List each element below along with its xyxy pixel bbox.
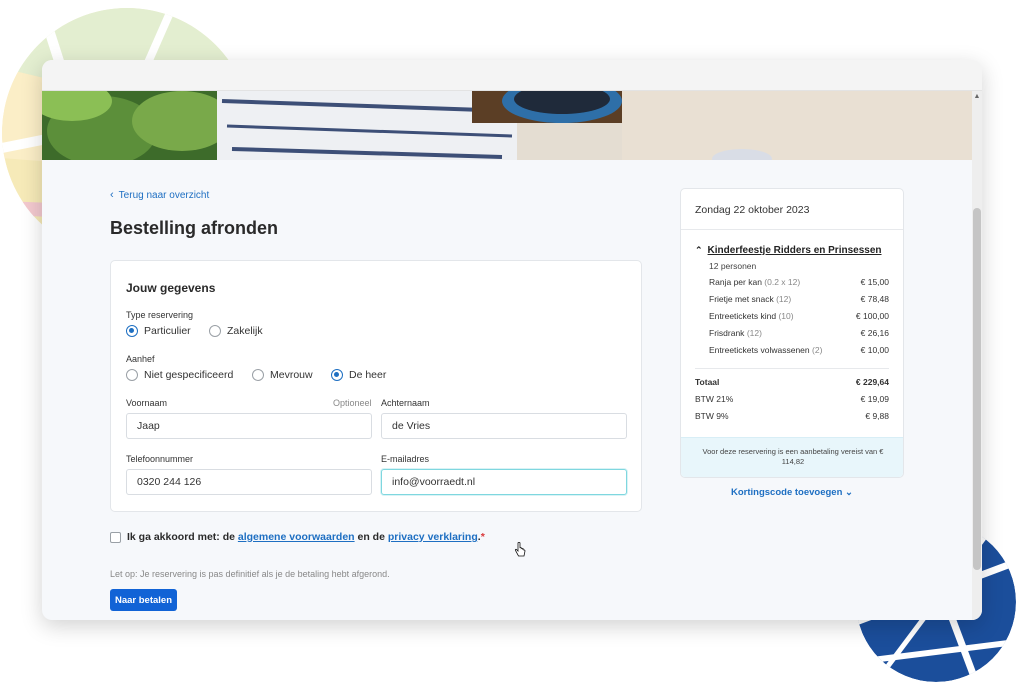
radio-dot xyxy=(252,369,264,381)
hero-image xyxy=(42,91,972,160)
summary-date: Zondag 22 oktober 2023 xyxy=(695,204,810,216)
salutation-label: Aanhef xyxy=(126,354,155,364)
item-qty: (12) xyxy=(746,328,762,338)
personal-details-card: Jouw gegevens Type reservering Particuli… xyxy=(110,260,642,512)
item-qty: (10) xyxy=(778,311,794,321)
item-qty: (0.2 x 12) xyxy=(764,277,801,287)
chevron-up-icon: ⌃ xyxy=(695,245,703,255)
agreement-middle: en de xyxy=(357,531,385,543)
phone-input[interactable]: 0320 244 126 xyxy=(126,469,372,495)
line-item: Entreetickets volwassenen (2) € 10,00 xyxy=(709,345,889,355)
browser-window: ▲ ‹ Terug naar overzicht Bestelling afron… xyxy=(42,60,982,620)
item-qty: (12) xyxy=(776,294,792,304)
email-input[interactable]: info@voorraedt.nl xyxy=(381,469,627,495)
total-value: € 229,64 xyxy=(855,377,889,387)
item-name: Entreetickets volwassenen xyxy=(709,345,810,355)
item-name: Frisdrank xyxy=(709,328,745,338)
order-summary-card: Zondag 22 oktober 2023 ⌃ Kinderfeestje Ri… xyxy=(680,188,904,478)
hand-cursor-icon xyxy=(514,542,526,557)
divider xyxy=(681,229,903,230)
total-label: Totaal xyxy=(695,377,720,387)
pay-button[interactable]: Naar betalen xyxy=(110,589,177,611)
optional-label: Optioneel xyxy=(333,398,372,408)
radio-zakelijk[interactable]: Zakelijk xyxy=(209,325,263,337)
required-asterisk: * xyxy=(480,531,485,543)
terms-agreement: Ik ga akkoord met: de algemene voorwaard… xyxy=(110,531,485,543)
window-titlebar xyxy=(42,60,982,91)
item-name: Entreetickets kind xyxy=(709,311,777,321)
item-price: € 10,00 xyxy=(860,345,889,355)
radio-label: Mevrouw xyxy=(270,369,313,381)
persons-count: 12 personen xyxy=(709,261,757,271)
event-toggle[interactable]: ⌃ Kinderfeestje Ridders en Prinsessen xyxy=(695,245,882,256)
vat9-label: BTW 9% xyxy=(695,411,729,421)
payment-note: Let op: Je reservering is pas definitief… xyxy=(110,569,390,579)
back-link-label: Terug naar overzicht xyxy=(118,190,210,201)
stage: ▲ ‹ Terug naar overzicht Bestelling afron… xyxy=(0,0,1024,683)
chevron-down-icon: ⌄ xyxy=(845,487,853,498)
item-price: € 78,48 xyxy=(860,294,889,304)
event-title: Kinderfeestje Ridders en Prinsessen xyxy=(707,245,882,256)
line-item: Ranja per kan (0.2 x 12) € 15,00 xyxy=(709,277,889,287)
item-price: € 100,00 xyxy=(855,311,889,321)
item-name: Frietje met snack xyxy=(709,294,774,304)
email-label: E-mailadres xyxy=(381,454,430,464)
radio-dot-selected xyxy=(126,325,138,337)
last-name-label: Achternaam xyxy=(381,398,430,408)
terms-checkbox[interactable] xyxy=(110,531,121,543)
discount-code-toggle[interactable]: Kortingscode toevoegen ⌄ xyxy=(680,487,904,498)
radio-label: Particulier xyxy=(144,325,191,337)
privacy-link[interactable]: privacy verklaring xyxy=(388,531,478,543)
divider xyxy=(695,368,889,369)
line-item: Frisdrank (12) € 26,16 xyxy=(709,328,889,338)
item-name: Ranja per kan xyxy=(709,277,762,287)
deposit-notice: Voor deze reservering is een aanbetaling… xyxy=(681,437,903,477)
item-qty: (2) xyxy=(812,345,823,355)
agreement-prefix: Ik ga akkoord met: de xyxy=(127,531,235,543)
first-name-label: Voornaam xyxy=(126,398,168,408)
radio-label: Niet gespecificeerd xyxy=(144,369,234,381)
vat21-value: € 19,09 xyxy=(860,394,889,404)
radio-dot xyxy=(209,325,221,337)
vat21-label: BTW 21% xyxy=(695,394,734,404)
reservation-type-label: Type reservering xyxy=(126,310,194,320)
radio-de-heer[interactable]: De heer xyxy=(331,369,386,381)
vat9-row: BTW 9% € 9,88 xyxy=(695,411,889,421)
radio-mevrouw[interactable]: Mevrouw xyxy=(252,369,313,381)
page-title: Bestelling afronden xyxy=(110,218,279,238)
discount-link-label: Kortingscode toevoegen xyxy=(731,487,843,498)
total-row: Totaal € 229,64 xyxy=(695,377,889,387)
section-title: Jouw gegevens xyxy=(126,281,216,295)
radio-dot xyxy=(126,369,138,381)
radio-niet-gespecificeerd[interactable]: Niet gespecificeerd xyxy=(126,369,233,381)
line-item: Frietje met snack (12) € 78,48 xyxy=(709,294,889,304)
scroll-up-arrow[interactable]: ▲ xyxy=(973,93,981,101)
chevron-left-icon: ‹ xyxy=(110,189,114,201)
line-item: Entreetickets kind (10) € 100,00 xyxy=(709,311,889,321)
vat9-value: € 9,88 xyxy=(865,411,889,421)
item-price: € 26,16 xyxy=(860,328,889,338)
terms-link[interactable]: algemene voorwaarden xyxy=(238,531,355,543)
first-name-input[interactable]: Jaap xyxy=(126,413,372,439)
back-to-overview-link[interactable]: ‹ Terug naar overzicht xyxy=(110,189,209,201)
radio-particulier[interactable]: Particulier xyxy=(126,325,191,337)
vat21-row: BTW 21% € 19,09 xyxy=(695,394,889,404)
phone-label: Telefoonnummer xyxy=(126,454,194,464)
scrollbar-thumb[interactable] xyxy=(973,208,981,570)
item-price: € 15,00 xyxy=(860,277,889,287)
last-name-input[interactable]: de Vries xyxy=(381,413,627,439)
radio-label: Zakelijk xyxy=(227,325,263,337)
radio-label: De heer xyxy=(349,369,387,381)
radio-dot-selected xyxy=(331,369,343,381)
